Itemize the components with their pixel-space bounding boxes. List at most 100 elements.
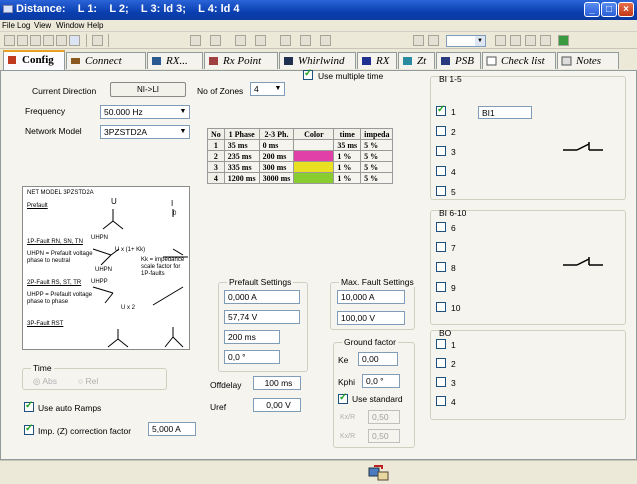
cell-impedance[interactable]: 5 % xyxy=(360,161,394,173)
new-icon[interactable] xyxy=(4,35,15,46)
cell-color[interactable] xyxy=(293,150,335,162)
bi-6-10-checkbox-8[interactable] xyxy=(436,262,446,272)
prev-icon[interactable] xyxy=(428,35,439,46)
stop-icon[interactable] xyxy=(540,35,551,46)
tab-rx-dots[interactable]: RX... xyxy=(147,52,203,69)
table-icon[interactable] xyxy=(235,35,246,46)
cell-2-3-phase[interactable]: 200 ms xyxy=(258,150,295,162)
table-row[interactable]: 1 35 ms 0 ms 35 ms 5 % xyxy=(207,139,394,151)
kphi-field[interactable]: 0,0 ° xyxy=(362,374,400,388)
tab-config[interactable]: Config xyxy=(3,50,65,70)
open-icon[interactable] xyxy=(17,35,28,46)
tab-psb[interactable]: PSB xyxy=(436,52,481,69)
tab-zt[interactable]: Zt xyxy=(398,52,435,69)
chart-icon[interactable] xyxy=(210,35,221,46)
tab-connect[interactable]: Connect xyxy=(66,52,146,69)
copy-icon[interactable] xyxy=(56,35,67,46)
offdelay-field[interactable]: 100 ms xyxy=(253,376,301,390)
cell-1-phase[interactable]: 35 ms xyxy=(223,139,260,151)
grid-icon[interactable] xyxy=(190,35,201,46)
cell-time[interactable]: 1 % xyxy=(333,161,362,173)
prefault-current-field[interactable]: 0,000 A xyxy=(224,290,300,304)
max-fault-voltage-field[interactable]: 100,00 V xyxy=(337,311,405,325)
cell-time[interactable]: 1 % xyxy=(333,150,362,162)
table-row[interactable]: 4 1200 ms 3000 ms 1 % 5 % xyxy=(207,172,394,184)
tab-rx-point[interactable]: Rx Point xyxy=(204,52,278,69)
tab-whirlwind[interactable]: Whirlwind xyxy=(279,52,356,69)
cell-1-phase[interactable]: 235 ms xyxy=(223,150,260,162)
table2-icon[interactable] xyxy=(255,35,266,46)
cell-1-phase[interactable]: 335 ms xyxy=(223,161,260,173)
cell-time[interactable]: 1 % xyxy=(333,172,362,184)
time-rel-radio[interactable]: ○ Rel xyxy=(78,376,98,386)
maximize-button[interactable]: □ xyxy=(601,2,617,17)
play-icon[interactable] xyxy=(525,35,536,46)
list2-icon[interactable] xyxy=(320,35,331,46)
first-icon[interactable] xyxy=(413,35,424,46)
zoom-icon[interactable] xyxy=(300,35,311,46)
use-auto-ramps-checkbox[interactable] xyxy=(24,400,34,412)
chevron-down-icon[interactable]: ▼ xyxy=(177,126,189,138)
ke-field[interactable]: 0,00 xyxy=(358,352,398,366)
zones-combo[interactable]: 4 ▼ xyxy=(250,82,285,96)
save-icon[interactable] xyxy=(30,35,41,46)
tab-notes[interactable]: Notes xyxy=(557,52,619,69)
bi-6-10-checkbox-10[interactable] xyxy=(436,302,446,312)
cell-2-3-phase[interactable]: 0 ms xyxy=(258,139,295,151)
menu-window[interactable]: Window xyxy=(56,21,84,30)
max-fault-current-field[interactable]: 10,000 A xyxy=(337,290,405,304)
bi-1-5-checkbox-5[interactable] xyxy=(436,186,446,196)
cell-color[interactable] xyxy=(293,139,335,151)
use-multiple-time-checkbox[interactable] xyxy=(303,68,313,80)
menu-log[interactable]: Log xyxy=(17,21,30,30)
use-standard-checkbox[interactable] xyxy=(338,392,348,404)
bo-checkbox-4[interactable] xyxy=(436,396,446,406)
time-abs-radio[interactable]: ◎ Abs xyxy=(33,376,57,387)
record-combo[interactable]: ▼ xyxy=(446,35,486,47)
print-icon[interactable] xyxy=(43,35,54,46)
bi-6-10-checkbox-6[interactable] xyxy=(436,222,446,232)
chevron-down-icon[interactable]: ▼ xyxy=(475,36,485,46)
run-icon[interactable] xyxy=(558,35,569,46)
cell-2-3-phase[interactable]: 3000 ms xyxy=(258,172,295,184)
next-icon[interactable] xyxy=(495,35,506,46)
frequency-combo[interactable]: 50.000 Hz ▼ xyxy=(100,105,190,119)
bi-1-5-checkbox-1[interactable] xyxy=(436,104,446,116)
bi-1-5-checkbox-4[interactable] xyxy=(436,166,446,176)
chevron-down-icon[interactable]: ▼ xyxy=(177,106,189,118)
bi-6-10-checkbox-7[interactable] xyxy=(436,242,446,252)
cell-color[interactable] xyxy=(293,161,335,173)
bo-checkbox-2[interactable] xyxy=(436,358,446,368)
prefault-time-field[interactable]: 200 ms xyxy=(224,330,280,344)
table-row[interactable]: 2 235 ms 200 ms 1 % 5 % xyxy=(207,150,394,162)
close-button[interactable]: × xyxy=(618,2,634,17)
menu-file[interactable]: File xyxy=(2,21,15,30)
bi-6-10-checkbox-9[interactable] xyxy=(436,282,446,292)
bi1-name-field[interactable]: BI1 xyxy=(478,106,532,119)
cell-impedance[interactable]: 5 % xyxy=(360,172,394,184)
kxr2-field[interactable]: 0,50 xyxy=(368,429,400,443)
bo-checkbox-3[interactable] xyxy=(436,377,446,387)
network-model-combo[interactable]: 3PZSTD2A ▼ xyxy=(100,125,190,139)
minimize-button[interactable]: _ xyxy=(584,2,600,17)
tab-rx[interactable]: RX xyxy=(357,52,397,69)
cell-impedance[interactable]: 5 % xyxy=(360,150,394,162)
bo-checkbox-1[interactable] xyxy=(436,339,446,349)
bi-1-5-checkbox-2[interactable] xyxy=(436,126,446,136)
cell-impedance[interactable]: 5 % xyxy=(360,139,394,151)
chevron-down-icon[interactable]: ▼ xyxy=(272,83,284,95)
imp-correction-field[interactable]: 5,000 A xyxy=(148,422,196,436)
cell-1-phase[interactable]: 1200 ms xyxy=(223,172,260,184)
cell-color[interactable] xyxy=(293,172,335,184)
kxr-field[interactable]: 0,50 xyxy=(368,410,400,424)
list-icon[interactable] xyxy=(92,35,103,46)
arrow-icon[interactable] xyxy=(280,35,291,46)
bi-1-5-checkbox-3[interactable] xyxy=(436,146,446,156)
last-icon[interactable] xyxy=(510,35,521,46)
menu-view[interactable]: View xyxy=(34,21,51,30)
prefault-angle-field[interactable]: 0,0 ° xyxy=(224,350,280,364)
cell-time[interactable]: 35 ms xyxy=(333,139,362,151)
table-row[interactable]: 3 335 ms 300 ms 1 % 5 % xyxy=(207,161,394,173)
current-direction-button[interactable]: NI->LI xyxy=(110,82,186,97)
menu-help[interactable]: Help xyxy=(87,21,103,30)
